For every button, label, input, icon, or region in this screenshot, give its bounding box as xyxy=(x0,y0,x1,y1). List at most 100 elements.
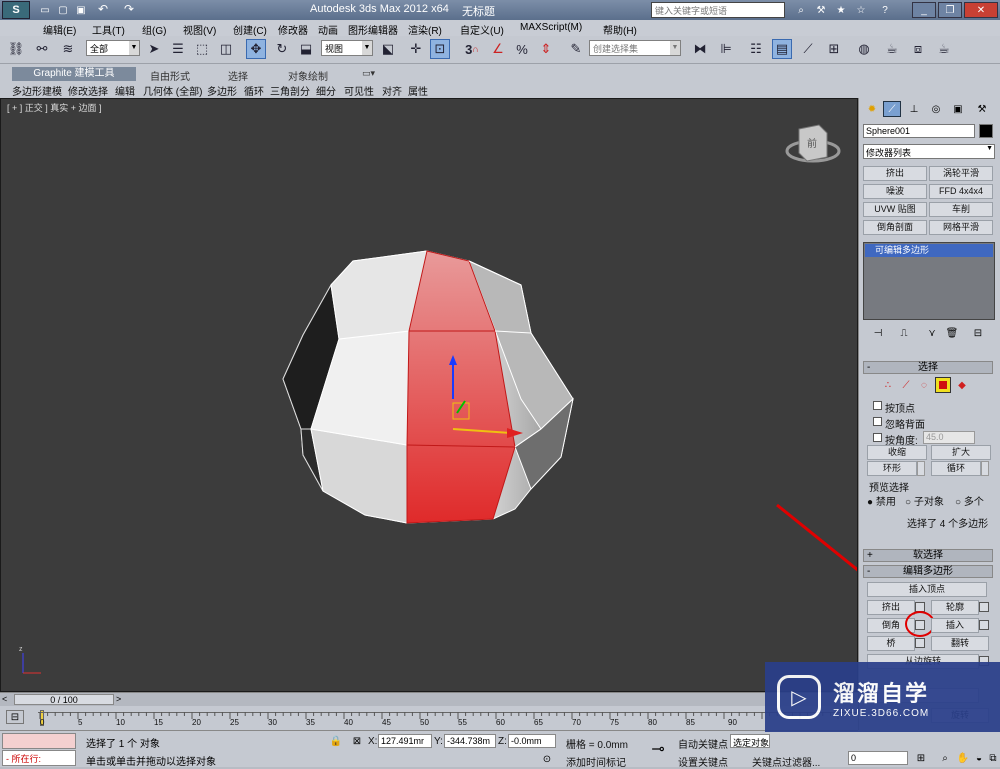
element-mode-icon[interactable]: ◆ xyxy=(955,378,969,392)
search-input[interactable]: 键入关键字或短语 xyxy=(651,2,785,18)
communication-icon[interactable]: ★ xyxy=(833,2,849,18)
ribbon-tab-object-paint[interactable]: 对象绘制 xyxy=(288,68,328,83)
x-coordinate-field[interactable]: 127.491mr xyxy=(378,734,432,748)
sphere001-mesh[interactable] xyxy=(282,250,574,524)
modify-tab-icon[interactable]: ⟋ xyxy=(883,101,901,117)
binoculars-icon[interactable]: ⌕ xyxy=(793,2,809,18)
menu-modifiers[interactable]: 修改器 xyxy=(278,22,308,37)
time-slider-forward-icon[interactable]: > xyxy=(116,694,121,704)
selection-filter-dropdown[interactable]: 全部 ▼ xyxy=(86,40,140,56)
save-file-icon[interactable]: ▣ xyxy=(74,3,88,17)
soft-selection-rollup-header[interactable]: + 软选择 xyxy=(863,549,993,562)
modifier-noise-button[interactable]: 噪波 xyxy=(863,184,927,199)
create-tab-icon[interactable]: ✹ xyxy=(863,101,881,117)
viewcube[interactable]: 前 xyxy=(785,124,841,163)
open-file-icon[interactable]: ▢ xyxy=(56,3,70,17)
menu-graph-editors[interactable]: 图形编辑器 xyxy=(348,22,398,37)
render-setup-icon[interactable]: ☕ xyxy=(882,39,902,59)
ribbon-tab-freeform[interactable]: 自由形式 xyxy=(150,68,190,83)
outline-button[interactable]: 轮廓 xyxy=(931,600,979,615)
modifier-uvw-button[interactable]: UVW 贴图 xyxy=(863,202,927,217)
ribbon-edit[interactable]: 编辑 xyxy=(115,83,135,98)
show-end-result-icon[interactable]: ⎍ xyxy=(897,326,911,340)
pivot-center-icon[interactable]: ⬕ xyxy=(378,39,398,59)
grow-button[interactable]: 扩大 xyxy=(931,445,991,460)
ribbon-loops[interactable]: 循环 xyxy=(244,83,264,98)
ribbon-polygon-modeling[interactable]: 多边形建模 xyxy=(12,83,62,98)
utilities-tab-icon[interactable]: ⚒ xyxy=(973,101,991,117)
menu-create[interactable]: 创建(C) xyxy=(233,22,267,37)
border-mode-icon[interactable]: ◌ xyxy=(917,378,931,392)
inset-button[interactable]: 插入 xyxy=(931,618,979,633)
window-crossing-icon[interactable]: ◫ xyxy=(216,39,236,59)
vertex-mode-icon[interactable]: ∴ xyxy=(881,378,895,392)
edit-named-selection-icon[interactable]: ✎ xyxy=(566,39,586,59)
loop-spinner[interactable] xyxy=(981,461,989,476)
schematic-view-icon[interactable]: ⊞ xyxy=(824,39,844,59)
ring-button[interactable]: 环形 xyxy=(867,461,917,476)
favorites-icon[interactable]: ☆ xyxy=(853,2,869,18)
ribbon-visibility[interactable]: 可见性 xyxy=(344,83,374,98)
ribbon-properties[interactable]: 属性 xyxy=(408,83,428,98)
orbit-icon[interactable]: ◒ xyxy=(972,751,986,765)
maxscript-line[interactable]: - 所在行: xyxy=(2,750,76,766)
close-window-icon[interactable]: ✕ xyxy=(964,2,998,18)
maximize-viewport-icon[interactable]: ⧉ xyxy=(986,751,1000,765)
align-icon[interactable]: ⊫ xyxy=(716,39,736,59)
extrude-button[interactable]: 挤出 xyxy=(867,600,915,615)
by-angle-checkbox[interactable] xyxy=(873,433,882,442)
ribbon-polygons[interactable]: 多边形 xyxy=(207,83,237,98)
preview-disabled-radio[interactable]: ● 禁用 xyxy=(867,493,896,508)
set-key-icon[interactable]: ⊸ xyxy=(646,737,670,761)
bridge-button[interactable]: 桥 xyxy=(867,636,915,651)
modifier-meshsmooth-button[interactable]: 网格平滑 xyxy=(929,220,993,235)
menu-tools[interactable]: 工具(T) xyxy=(92,22,125,37)
ribbon-modify-selection[interactable]: 修改选择 xyxy=(68,83,108,98)
ignore-backfacing-checkbox[interactable] xyxy=(873,417,882,426)
by-vertex-checkbox[interactable] xyxy=(873,401,882,410)
new-file-icon[interactable]: ▭ xyxy=(38,3,52,17)
remove-modifier-icon[interactable]: 🗑 xyxy=(945,326,959,340)
ring-spinner[interactable] xyxy=(917,461,925,476)
menu-rendering[interactable]: 渲染(R) xyxy=(408,22,442,37)
curve-editor-icon[interactable]: ⟋ xyxy=(798,39,818,59)
time-tag-icon[interactable]: ⊙ xyxy=(540,752,554,766)
bind-space-warp-icon[interactable]: ≋ xyxy=(58,39,78,59)
edit-polygons-rollup-header[interactable]: - 编辑多边形 xyxy=(863,565,993,578)
angle-input[interactable]: 45.0 xyxy=(923,431,975,444)
pin-stack-icon[interactable]: ⊣ xyxy=(871,326,885,340)
menu-edit[interactable]: 编辑(E) xyxy=(43,22,76,37)
bridge-settings-button[interactable] xyxy=(915,638,925,648)
y-coordinate-field[interactable]: -344.738m xyxy=(444,734,496,748)
insert-vertex-button[interactable]: 插入顶点 xyxy=(867,582,987,597)
restore-window-icon[interactable]: ❐ xyxy=(938,2,962,18)
zoom-icon[interactable]: ⌕ xyxy=(938,751,952,765)
modifier-bevel-profile-button[interactable]: 倒角剖面 xyxy=(863,220,927,235)
minimize-window-icon[interactable]: _ xyxy=(912,2,936,18)
select-move-icon[interactable]: ✥ xyxy=(246,39,266,59)
time-config-icon[interactable]: ⊞ xyxy=(914,751,928,765)
display-tab-icon[interactable]: ▣ xyxy=(949,101,967,117)
object-name-field[interactable]: Sphere001 xyxy=(863,124,975,138)
named-selection-dropdown[interactable]: 创建选择集 ▼ xyxy=(589,40,681,56)
maxscript-listener[interactable] xyxy=(2,733,76,749)
flip-button[interactable]: 翻转 xyxy=(931,636,989,651)
modifier-stack[interactable]: 可编辑多边形 xyxy=(863,242,995,320)
unlink-icon[interactable]: ⚯ xyxy=(32,39,52,59)
modifier-turbosmooth-button[interactable]: 涡轮平滑 xyxy=(929,166,993,181)
object-color-swatch[interactable] xyxy=(979,124,993,138)
select-scale-icon[interactable]: ⬓ xyxy=(296,39,316,59)
track-bar[interactable]: ⊟ 0 5 10 15 20 25 30 35 40 45 50 55 60 6… xyxy=(0,706,858,730)
edge-mode-icon[interactable]: ⟋ xyxy=(899,378,913,392)
selection-rollup-header[interactable]: - 选择 xyxy=(863,361,993,374)
select-by-name-icon[interactable]: ☰ xyxy=(168,39,188,59)
menu-help[interactable]: 帮助(H) xyxy=(603,22,637,37)
time-slider[interactable]: < 0 / 100 > xyxy=(0,692,858,706)
ribbon-geometry-all[interactable]: 几何体 (全部) xyxy=(143,83,202,98)
polygon-mode-icon[interactable] xyxy=(935,377,951,393)
selected-object-dropdown[interactable]: 选定对象 xyxy=(730,734,770,748)
modifier-ffd-button[interactable]: FFD 4x4x4 xyxy=(929,184,993,199)
subscription-icon[interactable]: ⚒ xyxy=(813,2,829,18)
ribbon-tab-selection[interactable]: 选择 xyxy=(228,68,248,83)
redo-icon[interactable]: ↷ xyxy=(122,2,136,16)
